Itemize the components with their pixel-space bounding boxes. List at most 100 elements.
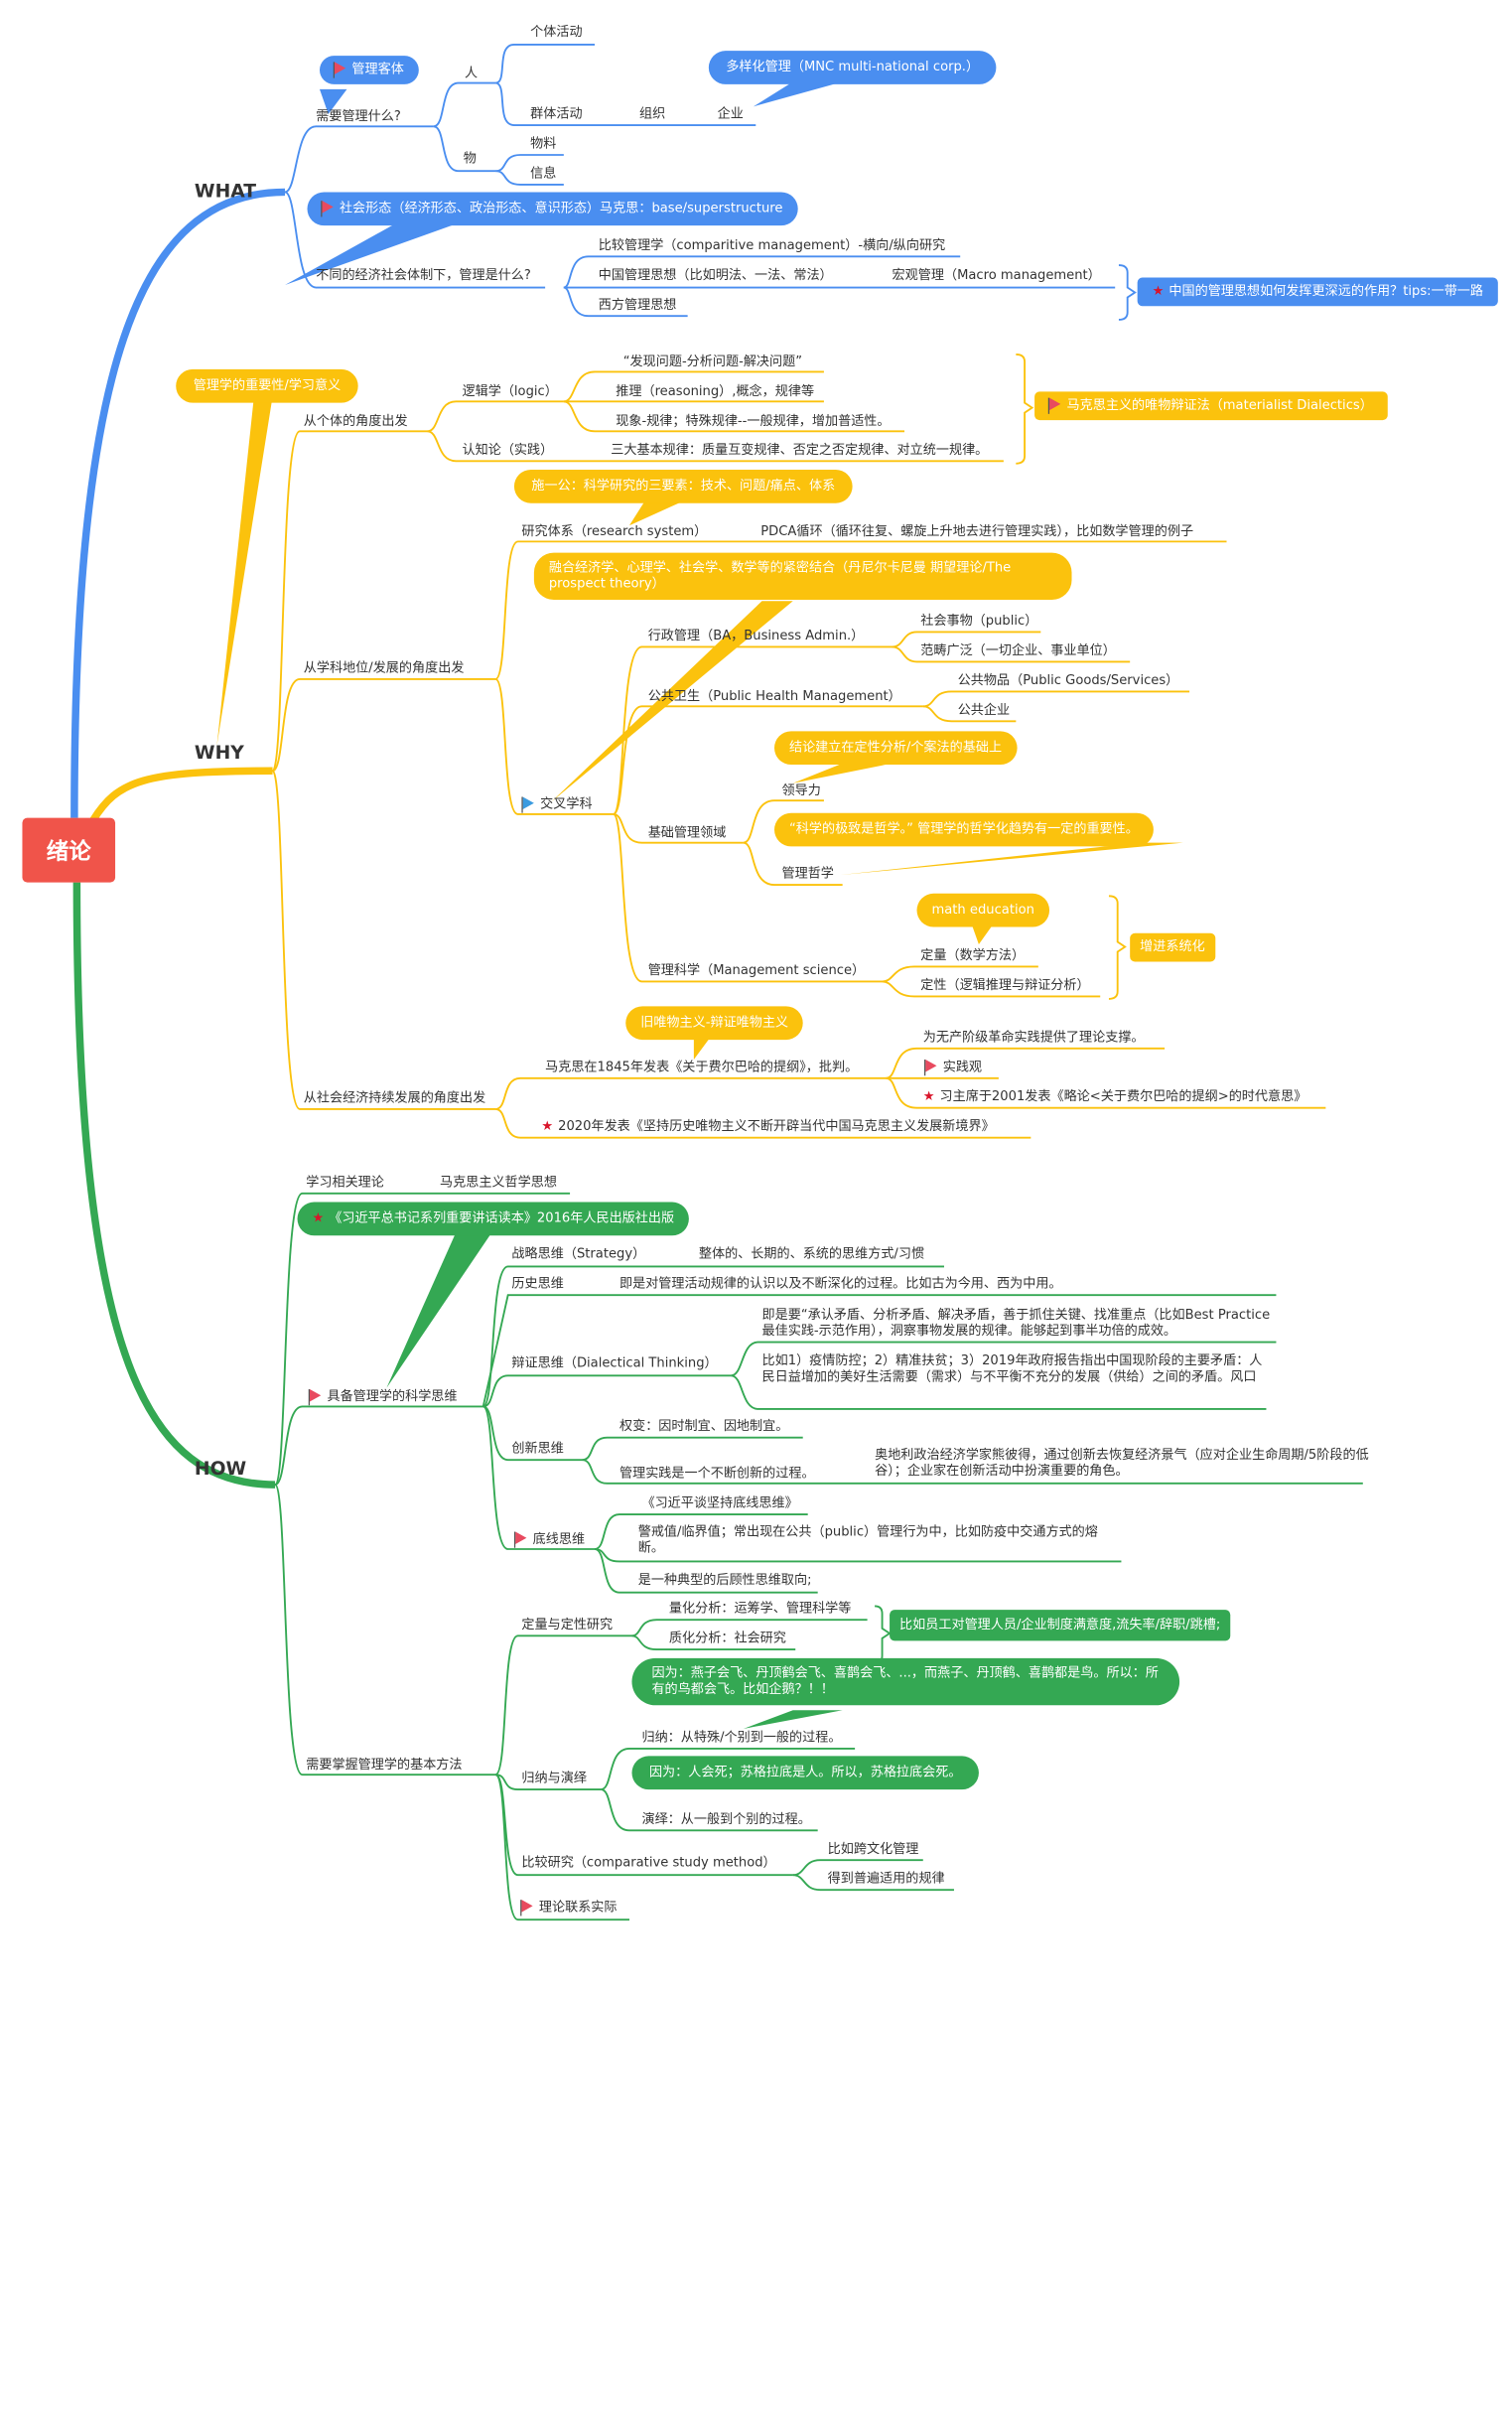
history-item[interactable]: 即是对管理活动规律的认识以及不断深化的过程。比如古为今用、西为中用。 [619,1276,1062,1292]
node-induction[interactable]: 归纳与演绎 [521,1771,587,1786]
why-importance-callout[interactable]: 管理学的重要性/学习意义 [176,368,358,403]
how-node[interactable]: HOW [195,1458,246,1480]
node-material[interactable]: 物料 [530,136,556,152]
ms-item[interactable]: 定性（逻辑推理与辩证分析） [920,978,1089,994]
ms-summary[interactable]: 增进系统化 [1130,932,1215,962]
node-compare-mgmt[interactable]: 比较管理学（comparitive management）-横向/纵向研究 [599,238,945,254]
node-info[interactable]: 信息 [530,166,556,182]
callout-text: 管理客体 [351,62,404,77]
philosophy-callout[interactable]: “科学的极致是哲学。” 管理学的哲学化趋势有一定的重要性。 [774,812,1154,847]
comparative-item[interactable]: 比如跨文化管理 [828,1842,919,1858]
leadership-callout[interactable]: 结论建立在定性分析/个案法的基础上 [774,731,1018,766]
node-comparative[interactable]: 比较研究（comparative study method） [521,1855,775,1871]
node-quant-qual[interactable]: 定量与定性研究 [521,1618,613,1633]
ba-item[interactable]: 社会事物（public） [920,614,1037,630]
math-education-callout[interactable]: math education [916,893,1049,927]
node-public-health[interactable]: 公共卫生（Public Health Management） [648,689,901,705]
node-socio-angle[interactable]: 从社会经济持续发展的角度出发 [304,1090,485,1106]
node-sci-thinking[interactable]: 具备管理学的科学思维 [308,1389,458,1406]
enterprise-callout[interactable]: 多样化管理（MNC multi-national corp.） [708,51,997,84]
node-west-thought[interactable]: 西方管理思想 [599,298,677,314]
node-marx-philosophy[interactable]: 马克思主义哲学思想 [440,1175,557,1191]
node-interdisciplinary[interactable]: 交叉学科 [521,796,593,813]
node-strategy[interactable]: 战略思维（Strategy） [511,1246,645,1262]
node-thing[interactable]: 物 [464,151,477,167]
bottom-item[interactable]: 是一种典型的后顾性思维取向; [638,1573,812,1589]
node-mgmt-science[interactable]: 管理科学（Management science） [648,963,865,979]
strategy-item[interactable]: 整体的、长期的、系统的思维方式/习惯 [699,1246,924,1262]
flag-icon [308,1389,322,1406]
node-2020[interactable]: ★ 2020年发表《坚持历史唯物主义不断开辟当代中国马克思主义发展新境界》 [541,1119,994,1135]
xi-reader-callout[interactable]: ★ 《习近平总书记系列重要讲话读本》2016年人民出版社出版 [297,1202,690,1236]
marx-item[interactable]: ★ 习主席于2001发表《略论<关于费尔巴哈的提纲>的时代意思》 [923,1089,1307,1105]
flag-icon [1047,397,1061,414]
ph-item[interactable]: 公共物品（Public Goods/Services） [958,673,1179,689]
ba-item[interactable]: 范畴广泛（一切企业、事业单位） [920,643,1116,659]
logic-item[interactable]: 推理（reasoning）,概念，规律等 [616,384,814,400]
comparative-item[interactable]: 得到普遍适用的规律 [828,1871,945,1887]
dialectical-item[interactable]: 比如1）疫情防控；2）精准扶贫；3）2019年政府报告指出中国现阶段的主要矛盾：… [762,1353,1271,1385]
innovation-note[interactable]: 奥地利政治经济学家熊彼得，通过创新去恢复经济景气（应对企业生命周期/5阶段的低谷… [875,1448,1370,1480]
node-group[interactable]: 群体活动 [530,106,582,122]
what-q1[interactable]: 需要管理什么? [316,109,401,125]
root-node[interactable]: 绪论 [22,817,116,883]
marx-dialectics-summary[interactable]: 马克思主义的唯物辩证法（materialist Dialectics） [1034,391,1388,421]
materialism-callout[interactable]: 旧唯物主义-辩证唯物主义 [625,1006,804,1041]
bottom-item[interactable]: 警戒值/临界值；常出现在公共（public）管理行为中，比如防疫中交通方式的熔断… [638,1524,1122,1556]
node-innovation[interactable]: 创新思维 [511,1441,563,1457]
node-pdca[interactable]: PDCA循环（循环往复、螺旋上升地去进行管理实践），比如数学管理的例子 [760,524,1193,540]
logic-item[interactable]: 现象-规律；特殊规律--一般规律，增加普适性。 [616,414,890,430]
what-node[interactable]: WHAT [195,180,256,202]
qq-item[interactable]: 量化分析：运筹学、管理科学等 [669,1601,851,1617]
social-form-callout[interactable]: 社会形态（经济形态、政治形态、意识形态）马克思：base/superstruct… [307,192,798,226]
node-person[interactable]: 人 [465,66,478,81]
node-text: 2020年发表《坚持历史唯物主义不断开辟当代中国马克思主义发展新境界》 [558,1118,995,1134]
what-q2[interactable]: 不同的经济社会体制下，管理是什么? [316,268,531,284]
induction-callout[interactable]: 因为：燕子会飞、丹顶鹤会飞、喜鹊会飞、...，而燕子、丹顶鹤、喜鹊都是鸟。所以：… [631,1657,1180,1706]
shi-yigong-callout[interactable]: 施一公：科学研究的三要素：技术、问题/痛点、体系 [513,469,853,503]
logic-item[interactable]: “发现问题-分析问题-解决问题” [623,355,802,370]
node-individual-angle[interactable]: 从个体的角度出发 [304,414,408,430]
node-mgmt-philosophy[interactable]: 管理哲学 [781,866,833,882]
epistemology-item[interactable]: 三大基本规律：质量互变规律、否定之否定规律、对立统一规律。 [611,443,988,459]
ph-item[interactable]: 公共企业 [958,703,1010,719]
node-related-theory[interactable]: 学习相关理论 [306,1175,384,1191]
node-discipline-angle[interactable]: 从学科地位/发展的角度出发 [304,660,465,676]
node-basic-mgmt[interactable]: 基础管理领域 [648,825,727,841]
qq-item[interactable]: 质化分析：社会研究 [669,1631,786,1646]
node-bottom-line[interactable]: 底线思维 [513,1531,585,1548]
flag-icon [520,1900,533,1917]
marx-item[interactable]: 实践观 [924,1060,982,1076]
star-icon: ★ [541,1118,554,1134]
deduction-callout[interactable]: 因为：人会死；苏格拉底是人。所以，苏格拉底会死。 [631,1756,979,1790]
why-node[interactable]: WHY [195,741,244,763]
bottom-item[interactable]: 《习近平谈坚持底线思维》 [641,1495,797,1511]
node-ba[interactable]: 行政管理（BA，Business Admin.） [648,629,865,644]
node-logic[interactable]: 逻辑学（logic） [463,384,558,400]
node-theory-practice[interactable]: 理论联系实际 [520,1900,618,1917]
interdisciplinary-callout[interactable]: 融合经济学、心理学、社会学、数学等的紧密结合（丹尼尔卡尼曼 期望理论/The p… [533,552,1072,601]
node-basic-methods[interactable]: 需要掌握管理学的基本方法 [306,1758,462,1774]
what-object-callout[interactable]: 管理客体 [319,56,419,84]
what-summary[interactable]: ★ 中国的管理思想如何发挥更深远的作用？tips:一带一路 [1137,277,1499,307]
node-research-system[interactable]: 研究体系（research system） [521,524,707,540]
node-macro[interactable]: 宏观管理（Macro management） [893,268,1101,284]
node-epistemology[interactable]: 认知论（实践） [463,443,554,459]
induction-item[interactable]: 归纳：从特殊/个别到一般的过程。 [641,1730,841,1746]
node-leadership[interactable]: 领导力 [781,783,820,799]
node-text: 习主席于2001发表《略论<关于费尔巴哈的提纲>的时代意思》 [939,1088,1307,1104]
innovation-item[interactable]: 权变：因时制宜、因地制宜。 [619,1419,788,1435]
marx-item[interactable]: 为无产阶级革命实践提供了理论支撑。 [923,1030,1145,1046]
node-marx-1845[interactable]: 马克思在1845年发表《关于费尔巴哈的提纲》，批判。 [545,1060,858,1075]
innovation-item[interactable]: 管理实践是一个不断创新的过程。 [619,1466,815,1482]
ms-item[interactable]: 定量（数学方法） [920,948,1025,964]
node-history[interactable]: 历史思维 [511,1276,563,1292]
node-china-thought[interactable]: 中国管理思想（比如明法、一法、常法） [599,268,833,284]
node-enterprise[interactable]: 企业 [718,106,744,122]
dialectical-item[interactable]: 即是要“承认矛盾、分析矛盾、解决矛盾，善于抓住关键、找准重点（比如Best Pr… [762,1308,1271,1340]
node-dialectical[interactable]: 辩证思维（Dialectical Thinking） [511,1355,717,1371]
node-individual[interactable]: 个体活动 [530,25,582,41]
node-org[interactable]: 组织 [639,106,665,122]
deduction-item[interactable]: 演绎：从一般到个别的过程。 [641,1812,810,1828]
qq-summary[interactable]: 比如员工对管理人员/企业制度满意度,流失率/辞职/跳槽; [890,1610,1231,1641]
